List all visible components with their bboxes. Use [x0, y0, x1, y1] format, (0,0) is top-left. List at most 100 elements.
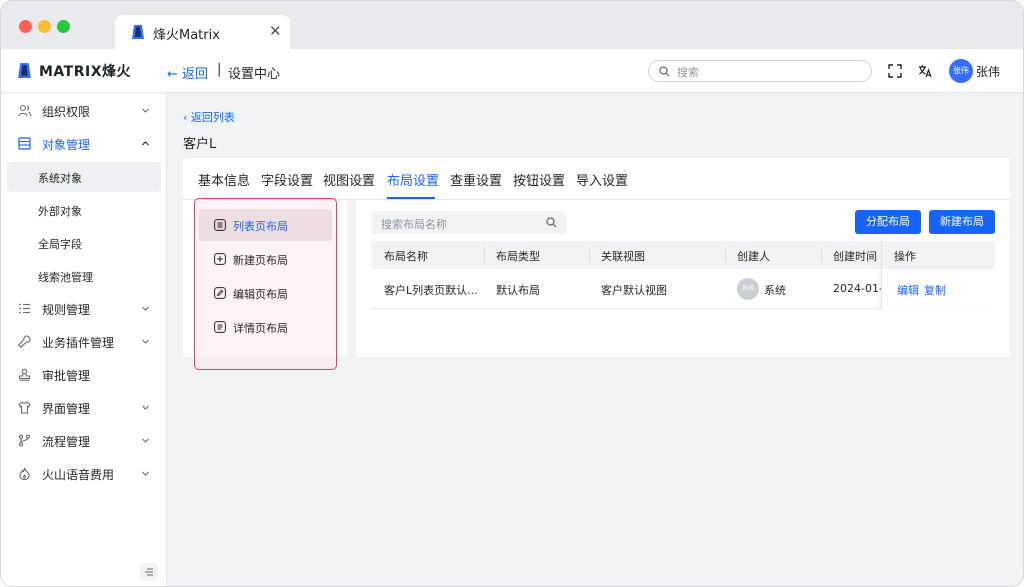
user-name[interactable]: 张伟: [976, 63, 1000, 80]
sidebar-subitem-label: 外部对象: [38, 205, 82, 218]
column-divider: [881, 241, 882, 269]
avatar: 系统: [737, 278, 759, 300]
column-header-creator: 创建人: [737, 250, 770, 263]
cell-created-at: 2024-01-3: [833, 282, 881, 295]
sidebar-subitem-system-objects[interactable]: 系统对象: [7, 162, 161, 192]
tab-layout-settings[interactable]: 布局设置: [387, 170, 439, 189]
matrix-logo-icon: [18, 63, 31, 78]
minimize-window-button[interactable]: [38, 20, 51, 33]
sidebar: 组织权限 对象管理 系统对象 外部对象 全局字段 线索池管理 规则管理 业务插件…: [1, 93, 167, 586]
search-icon: [546, 217, 557, 228]
sidebar-item-label: 审批管理: [42, 369, 91, 383]
copy-layout-link[interactable]: 复制: [924, 282, 946, 298]
chevron-down-icon: [142, 471, 149, 476]
layout-type-create-page[interactable]: 新建页布局: [199, 243, 332, 275]
close-icon[interactable]: ✕: [269, 22, 282, 40]
sidebar-item-interface[interactable]: 界面管理: [1, 393, 167, 423]
sidebar-item-org-permissions[interactable]: 组织权限: [1, 96, 167, 126]
stamp-icon: [18, 368, 31, 381]
layout-search-input[interactable]: 搜索布局名称: [371, 211, 566, 234]
column-header-linked-view: 关联视图: [601, 250, 645, 263]
brand-name: MATRIX烽火: [39, 64, 132, 80]
app-header: MATRIX烽火 ← 返回 | 设置中心 搜索 张伟 张伟: [1, 49, 1023, 93]
table-icon: [18, 137, 31, 150]
chevron-up-icon: [142, 141, 149, 146]
tab-import-settings[interactable]: 导入设置: [576, 170, 628, 189]
sidebar-item-approvals[interactable]: 审批管理: [1, 360, 167, 390]
user-avatar[interactable]: 张伟: [949, 59, 973, 83]
column-divider: [589, 247, 590, 263]
global-search-input[interactable]: 搜索: [648, 60, 872, 82]
sidebar-item-label: 对象管理: [42, 138, 91, 152]
active-tab-indicator: [387, 197, 435, 199]
cell-layout-type: 默认布局: [496, 284, 540, 297]
sidebar-item-label: 组织权限: [42, 105, 91, 119]
browser-titlebar: 烽火Matrix ✕: [1, 1, 1023, 49]
object-title: 客户L: [183, 137, 217, 152]
shirt-icon: [18, 401, 31, 414]
sidebar-subitem-label: 系统对象: [38, 172, 82, 185]
chevron-down-icon: [142, 339, 149, 344]
tab-view-settings[interactable]: 视图设置: [323, 170, 375, 189]
list-icon: [19, 303, 30, 314]
sidebar-item-workflow[interactable]: 流程管理: [1, 426, 167, 456]
layout-type-edit-page[interactable]: 编辑页布局: [199, 277, 332, 309]
layout-type-list-page[interactable]: 列表页布局: [199, 209, 332, 241]
column-divider: [484, 247, 485, 263]
layout-type-detail-page[interactable]: 详情页布局: [199, 311, 332, 343]
chevron-down-icon: [142, 306, 149, 311]
sidebar-subitem-lead-pool[interactable]: 线索池管理: [7, 261, 161, 291]
fire-icon: [19, 467, 30, 480]
assign-layout-button[interactable]: 分配布局: [855, 210, 921, 234]
collapse-menu-icon: [145, 568, 153, 576]
translate-icon[interactable]: [918, 64, 932, 78]
sidebar-item-rules[interactable]: 规则管理: [1, 294, 167, 324]
sidebar-item-label: 火山语音费用: [42, 468, 115, 482]
sidebar-subitem-label: 全局字段: [38, 238, 82, 251]
back-label: 返回: [182, 67, 209, 82]
tab-basic-info[interactable]: 基本信息: [198, 170, 250, 189]
edit-icon: [214, 287, 226, 299]
layout-type-label: 详情页布局: [233, 322, 288, 335]
sidebar-subitem-label: 线索池管理: [38, 271, 93, 284]
tab-field-settings[interactable]: 字段设置: [261, 170, 313, 189]
layout-type-label: 编辑页布局: [233, 288, 288, 301]
collapse-sidebar-button[interactable]: [140, 563, 158, 581]
back-button[interactable]: ← 返回: [167, 63, 208, 82]
tab-dedupe-settings[interactable]: 查重设置: [450, 170, 502, 189]
arrow-left-icon: ←: [167, 67, 178, 82]
back-to-list-label: 返回列表: [190, 111, 235, 124]
users-icon: [18, 104, 31, 117]
chevron-down-icon: [142, 108, 149, 113]
branch-icon: [18, 434, 31, 447]
list-icon: [214, 219, 226, 231]
tab-button-settings[interactable]: 按钮设置: [513, 170, 565, 189]
layout-type-label: 新建页布局: [233, 254, 288, 267]
sidebar-subitem-global-fields[interactable]: 全局字段: [7, 228, 161, 258]
sidebar-subitem-external-objects[interactable]: 外部对象: [7, 195, 161, 225]
back-to-list-link[interactable]: ‹ 返回列表: [183, 109, 235, 125]
sidebar-item-label: 规则管理: [42, 303, 91, 317]
search-placeholder: 搜索: [677, 66, 699, 79]
page-title: 设置中心: [228, 67, 281, 82]
create-layout-button[interactable]: 新建布局: [929, 210, 995, 234]
tab-title: 烽火Matrix: [153, 28, 220, 43]
close-window-button[interactable]: [19, 20, 32, 33]
maximize-window-button[interactable]: [57, 20, 70, 33]
column-header-actions: 操作: [894, 250, 916, 263]
sidebar-item-business-plugins[interactable]: 业务插件管理: [1, 327, 167, 357]
column-header-layout-name: 布局名称: [384, 250, 428, 263]
sidebar-item-volcano-voice-fees[interactable]: 火山语音费用: [1, 459, 167, 489]
browser-tab[interactable]: 烽火Matrix ✕: [115, 15, 290, 49]
search-icon: [659, 66, 670, 77]
table-header: 布局名称 布局类型 关联视图 创建人 创建时间 操作: [371, 241, 995, 269]
edit-layout-link[interactable]: 编辑: [897, 282, 919, 298]
sidebar-item-label: 界面管理: [42, 402, 91, 416]
cell-linked-view: 客户默认视图: [601, 284, 667, 297]
fullscreen-icon[interactable]: [888, 64, 902, 78]
plus-icon: [214, 253, 226, 265]
table-row[interactable]: 客户L列表页默认... 默认布局 客户默认视图 系统 系统 2024-01-3 …: [371, 269, 995, 309]
sidebar-item-object-management[interactable]: 对象管理: [1, 129, 167, 159]
settings-tabs: 基本信息 字段设置 视图设置 布局设置 查重设置 按钮设置 导入设置: [183, 158, 1010, 200]
cell-layout-name: 客户L列表页默认...: [384, 284, 478, 297]
